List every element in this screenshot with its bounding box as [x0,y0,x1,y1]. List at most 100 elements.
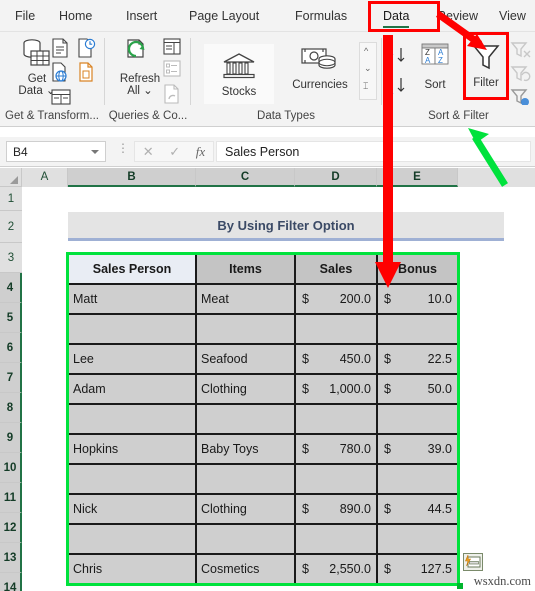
table-row[interactable] [377,314,458,344]
row-header-5[interactable]: 5 [0,303,22,333]
tab-formulas[interactable]: Formulas [288,0,354,32]
column-header-e[interactable]: E [377,168,458,187]
tab-home[interactable]: Home [52,0,99,32]
table-row[interactable]: Clothing [196,494,295,524]
name-box-dropdown-icon[interactable] [91,150,99,154]
row-header-2[interactable]: 2 [0,211,22,243]
table-row[interactable] [68,464,196,494]
table-row[interactable] [377,464,458,494]
row-header-6[interactable]: 6 [0,333,22,363]
table-row[interactable]: $44.5 [377,494,458,524]
table-row[interactable]: Matt [68,284,196,314]
table-row[interactable] [68,314,196,344]
row-header-12[interactable]: 12 [0,513,22,543]
table-row[interactable]: $127.5 [377,554,458,584]
from-web-icon[interactable] [50,62,70,87]
quick-analysis-button[interactable] [463,553,483,571]
tab-insert[interactable]: Insert [119,0,164,32]
table-row[interactable]: $1,000.0 [295,374,377,404]
queries-connections-icon[interactable] [162,38,182,61]
table-row[interactable]: Baby Toys [196,434,295,464]
table-header-sales[interactable]: Sales [295,254,377,284]
title-banner[interactable]: By Using Filter Option [68,212,504,241]
name-box[interactable]: B4 [6,141,106,162]
clear-filter-icon[interactable] [510,40,532,65]
filter-button[interactable]: Filter [464,42,508,89]
table-row[interactable] [295,524,377,554]
tab-page-layout[interactable]: Page Layout [182,0,266,32]
currencies-button[interactable]: Currencies [283,44,357,91]
row-header-3[interactable]: 3 [0,243,22,273]
row-header-8[interactable]: 8 [0,393,22,423]
table-row[interactable] [377,524,458,554]
data-types-gallery-scroll[interactable]: ^ ⌄ ⌶ [359,42,377,100]
table-row[interactable]: $39.0 [377,434,458,464]
table-row[interactable] [196,524,295,554]
tab-view[interactable]: View [492,0,533,32]
table-row[interactable] [295,314,377,344]
table-row[interactable]: $450.0 [295,344,377,374]
select-all-corner[interactable] [0,168,22,187]
tab-review[interactable]: Review [430,0,485,32]
table-row[interactable]: Meat [196,284,295,314]
from-recent-sources-icon[interactable] [76,38,96,63]
column-header-d[interactable]: D [295,168,377,187]
gallery-expand-icon[interactable]: ⌶ [363,81,368,92]
properties-icon[interactable] [162,60,182,83]
table-row[interactable]: Chris [68,554,196,584]
table-row[interactable]: Hopkins [68,434,196,464]
refresh-all-button[interactable]: Refresh All ⌄ [112,38,168,97]
table-row[interactable]: Clothing [196,374,295,404]
column-header-b[interactable]: B [68,168,196,187]
table-row[interactable] [295,404,377,434]
formula-input[interactable]: Sales Person [216,141,531,162]
cancel-entry-icon[interactable]: ✕ [143,144,154,160]
tab-data[interactable]: Data [376,0,416,32]
table-row[interactable]: $200.0 [295,284,377,314]
table-header-bonus[interactable]: Bonus [377,254,458,284]
sort-descending-button[interactable]: Z A [387,76,409,99]
row-header-14[interactable]: 14 [0,573,22,591]
formula-bar-grip[interactable]: ⋮ [117,142,129,154]
row-header-1[interactable]: 1 [0,187,22,211]
insert-function-icon[interactable]: fx [196,144,205,160]
table-row[interactable] [196,464,295,494]
table-row[interactable]: Seafood [196,344,295,374]
column-header-a[interactable]: A [22,168,68,187]
table-row[interactable]: $10.0 [377,284,458,314]
sort-button[interactable]: Z A A Z Sort [414,42,456,91]
tab-file[interactable]: File [8,0,42,32]
row-header-9[interactable]: 9 [0,423,22,453]
table-row[interactable]: Adam [68,374,196,404]
table-row[interactable]: $22.5 [377,344,458,374]
table-header-sales-person[interactable]: Sales Person [68,254,196,284]
table-row[interactable]: $890.0 [295,494,377,524]
row-header-4[interactable]: 4 [0,273,22,303]
table-row[interactable] [68,524,196,554]
stocks-button[interactable]: Stocks [204,44,274,104]
table-header-items[interactable]: Items [196,254,295,284]
sort-ascending-button[interactable]: A Z [387,46,409,69]
table-row[interactable] [295,464,377,494]
table-row[interactable] [377,404,458,434]
refresh-all-dropdown-caret[interactable]: ⌄ [143,85,153,97]
reapply-filter-icon[interactable] [510,64,532,89]
table-row[interactable] [68,404,196,434]
gallery-scroll-down-icon[interactable]: ⌄ [364,63,372,74]
table-row[interactable]: Cosmetics [196,554,295,584]
table-row[interactable] [196,404,295,434]
table-row[interactable]: $2,550.0 [295,554,377,584]
row-header-11[interactable]: 11 [0,483,22,513]
table-row[interactable]: $50.0 [377,374,458,404]
column-header-f[interactable] [458,168,535,187]
row-header-7[interactable]: 7 [0,363,22,393]
confirm-entry-icon[interactable]: ✓ [169,144,180,160]
from-text-csv-icon[interactable] [50,38,70,63]
table-row[interactable]: $780.0 [295,434,377,464]
table-row[interactable]: Lee [68,344,196,374]
from-table-range-icon[interactable] [76,62,96,87]
row-header-13[interactable]: 13 [0,543,22,573]
range-fill-handle[interactable] [457,583,463,589]
table-row[interactable]: Nick [68,494,196,524]
table-row[interactable] [196,314,295,344]
